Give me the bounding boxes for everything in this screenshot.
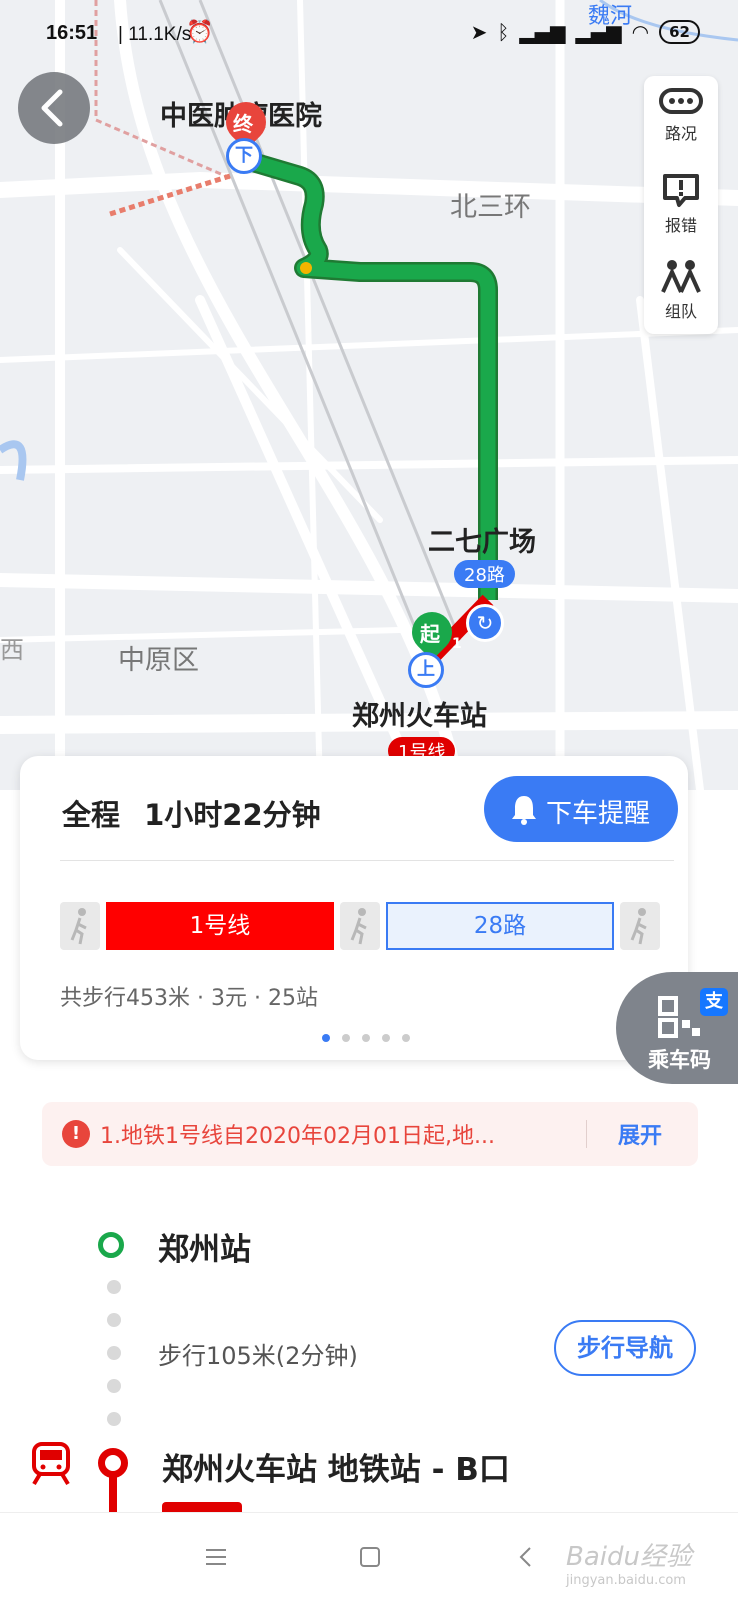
start-point-icon [98, 1232, 124, 1258]
walk-icon [70, 908, 87, 945]
service-notice[interactable]: ! 1.地铁1号线自2020年02月01日起,地... 展开 [42, 1102, 698, 1166]
timeline-dot [107, 1379, 121, 1393]
qr-code-icon [658, 996, 700, 1038]
watermark-url: jingyan.baidu.com [566, 1573, 686, 1588]
map-canvas [0, 0, 738, 790]
origin-station-label: 郑州火车站 [352, 701, 487, 732]
metro-segment[interactable]: 1号线 [106, 902, 334, 950]
metro-line-bar [109, 1476, 117, 1516]
page-dot [342, 1034, 350, 1042]
expand-notice-button[interactable]: 展开 [618, 1118, 662, 1150]
report-error-icon [663, 174, 699, 207]
start-station-name: 郑州站 [158, 1232, 251, 1268]
alipay-badge: 支 [700, 988, 728, 1016]
total-label: 全程 [62, 798, 121, 832]
ride-code-label: 乘车码 [648, 1048, 711, 1072]
district-label: 中原区 [118, 645, 199, 676]
menu-icon[interactable] [204, 1547, 228, 1567]
metro-train-icon [32, 1442, 70, 1486]
notice-text: 1.地铁1号线自2020年02月01日起,地... [100, 1124, 495, 1149]
page-dot [362, 1034, 370, 1042]
bluetooth-icon: ᛒ [497, 20, 510, 44]
battery-indicator: 62 [659, 20, 700, 44]
walk-segment-2 [340, 902, 380, 950]
watermark-brand: Baidu经验 [566, 1542, 692, 1572]
ring-road-label: 北三环 [450, 192, 531, 223]
timeline-dot [107, 1412, 121, 1426]
back-nav-icon[interactable] [516, 1545, 536, 1569]
timeline-dot [107, 1346, 121, 1360]
walk-icon [630, 908, 647, 945]
signal-2-icon: ▂▄▆ [575, 20, 622, 44]
transfer-stop-label: 二七广场 [428, 527, 536, 558]
alight-stop-marker[interactable]: 下 [226, 138, 262, 174]
walk-segment-3 [620, 902, 660, 950]
transfer-icon: ↻ [466, 604, 504, 642]
alight-reminder-button[interactable]: 下车提醒 [484, 776, 678, 842]
metro-short-label: 1 [452, 636, 462, 652]
wifi-icon: ◠ [631, 20, 650, 44]
status-time: 16:51 [46, 22, 98, 44]
page-indicator [322, 1034, 410, 1042]
metro-station-name: 郑州火车站 地铁站 - B口 [162, 1452, 510, 1488]
signal-icon: ▂▄▆ [519, 20, 566, 44]
chevron-left-icon [41, 89, 63, 127]
total-duration: 全程 1小时22分钟 [62, 792, 321, 834]
team-icon [661, 260, 701, 293]
traffic-icon [659, 88, 703, 114]
timeline-dot [107, 1313, 121, 1327]
back-button[interactable] [18, 72, 90, 144]
team-label: 组队 [664, 302, 697, 321]
page-dot [402, 1034, 410, 1042]
status-bar: 16:51 | 11.1K/s ⏰ ➤ ᛒ ▂▄▆ ▂▄▆ ◠ 62 [0, 0, 738, 72]
map-tools-panel: 路况 报错 组队 [644, 76, 718, 334]
walk-navigation-button[interactable]: 步行导航 [554, 1320, 696, 1376]
team-tool-button[interactable]: 组队 [644, 258, 718, 322]
route-summary-text: 共步行453米 · 3元 · 25站 [60, 986, 318, 1011]
bus-route-pill[interactable]: 28路 [454, 560, 515, 588]
start-badge: 起 [420, 622, 440, 646]
alight-reminder-label: 下车提醒 [546, 799, 651, 829]
bus-segment[interactable]: 28路 [386, 902, 614, 950]
board-stop-marker[interactable]: 上 [408, 652, 444, 688]
end-badge: 终 [233, 112, 253, 136]
network-speed: | 11.1K/s [118, 24, 192, 45]
report-label: 报错 [664, 216, 697, 235]
route-map[interactable]: 魏河 中医肿瘤医院 北三环 二七广场 中原区 郑州火车站 西 终 下 28路 ↻… [0, 0, 738, 790]
edge-label: 西 [0, 636, 24, 664]
page-dot [322, 1034, 330, 1042]
location-icon: ➤ [470, 20, 488, 44]
ride-code-button[interactable]: 支 乘车码 [616, 972, 738, 1084]
alert-icon: ! [62, 1120, 90, 1148]
watermark: Baidu经验 jingyan.baidu.com [566, 1536, 716, 1588]
page-dot [382, 1034, 390, 1042]
walk-info: 步行105米(2分钟) [158, 1342, 358, 1370]
walk-segment-1 [60, 902, 100, 950]
home-icon[interactable] [358, 1545, 382, 1569]
total-time: 1小时22分钟 [144, 798, 321, 832]
traffic-tool-button[interactable]: 路况 [644, 86, 718, 144]
walk-icon [350, 908, 367, 945]
alarm-icon: ⏰ [186, 20, 214, 45]
report-tool-button[interactable]: 报错 [644, 172, 718, 236]
metro-station-point-icon [98, 1448, 128, 1478]
notice-divider [586, 1120, 587, 1148]
timeline-dot [107, 1280, 121, 1294]
traffic-label: 路况 [664, 124, 697, 143]
route-summary-card[interactable]: 全程 1小时22分钟 下车提醒 1号线 28路 共步行453米 · 3元 · 2… [20, 756, 688, 1060]
card-divider [60, 860, 674, 861]
bell-icon [512, 796, 536, 825]
